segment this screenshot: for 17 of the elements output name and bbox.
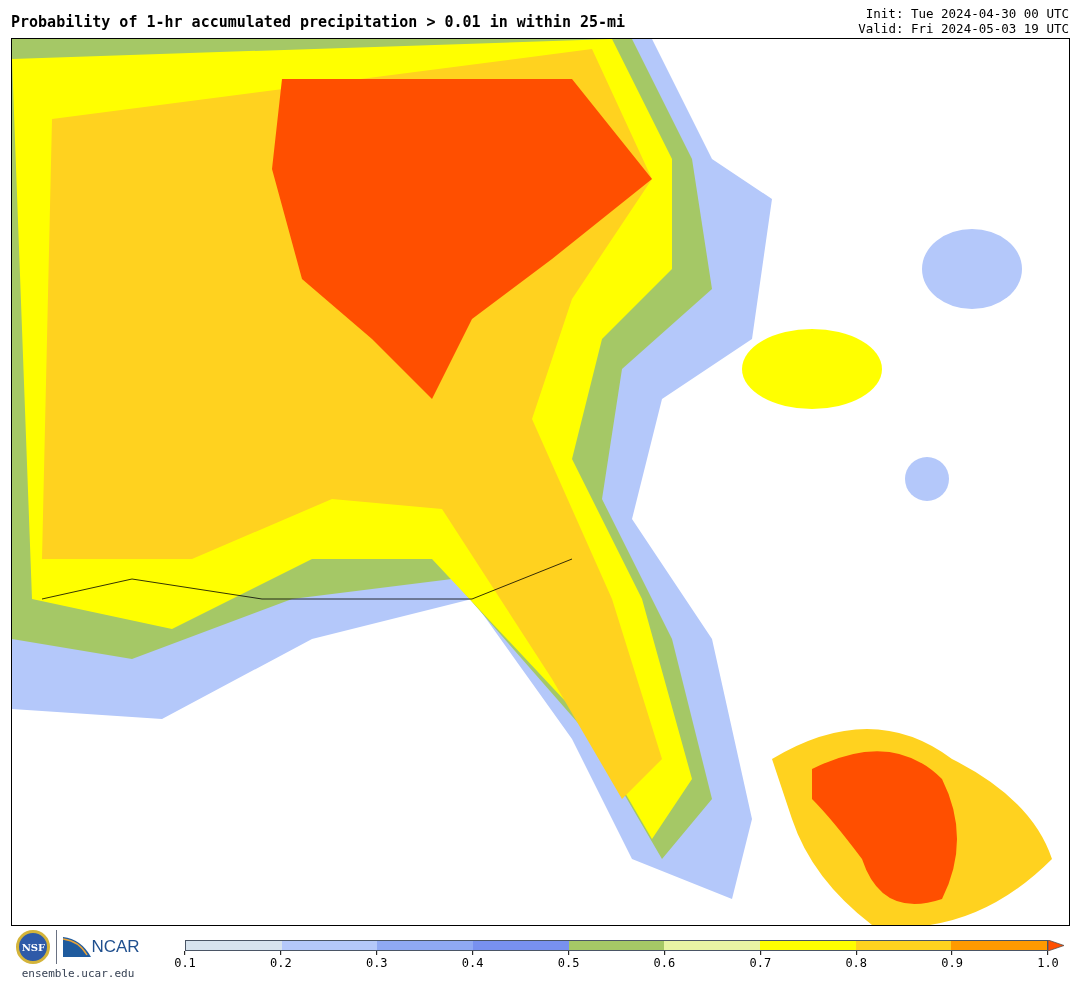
tick-label: 0.4 [461, 956, 484, 970]
tick-label: 0.7 [749, 956, 772, 970]
tick-label: 0.5 [557, 956, 580, 970]
chart-title: Probability of 1-hr accumulated precipitation > 0.01 in within 25-mi [11, 11, 626, 33]
tick-label: 0.3 [365, 956, 388, 970]
tick-label: 0.1 [174, 956, 196, 970]
tick-label: 0.6 [653, 956, 676, 970]
tick-label: 0.2 [270, 956, 292, 970]
init-time: Init: Tue 2024-04-30 00 UTC [865, 6, 1069, 21]
website-url: ensemble.ucar.edu [21, 966, 135, 982]
tick-label: 1.0 [1037, 956, 1059, 970]
ncar-logo-icon [63, 937, 92, 957]
nsf-logo: NSF [16, 930, 51, 964]
tick-label: 0.9 [941, 956, 963, 970]
valid-time: Valid: Fri 2024-05-03 19 UTC [858, 21, 1069, 36]
ncar-logo-text: NCAR [91, 936, 140, 959]
tick-label: 0.8 [845, 956, 868, 970]
